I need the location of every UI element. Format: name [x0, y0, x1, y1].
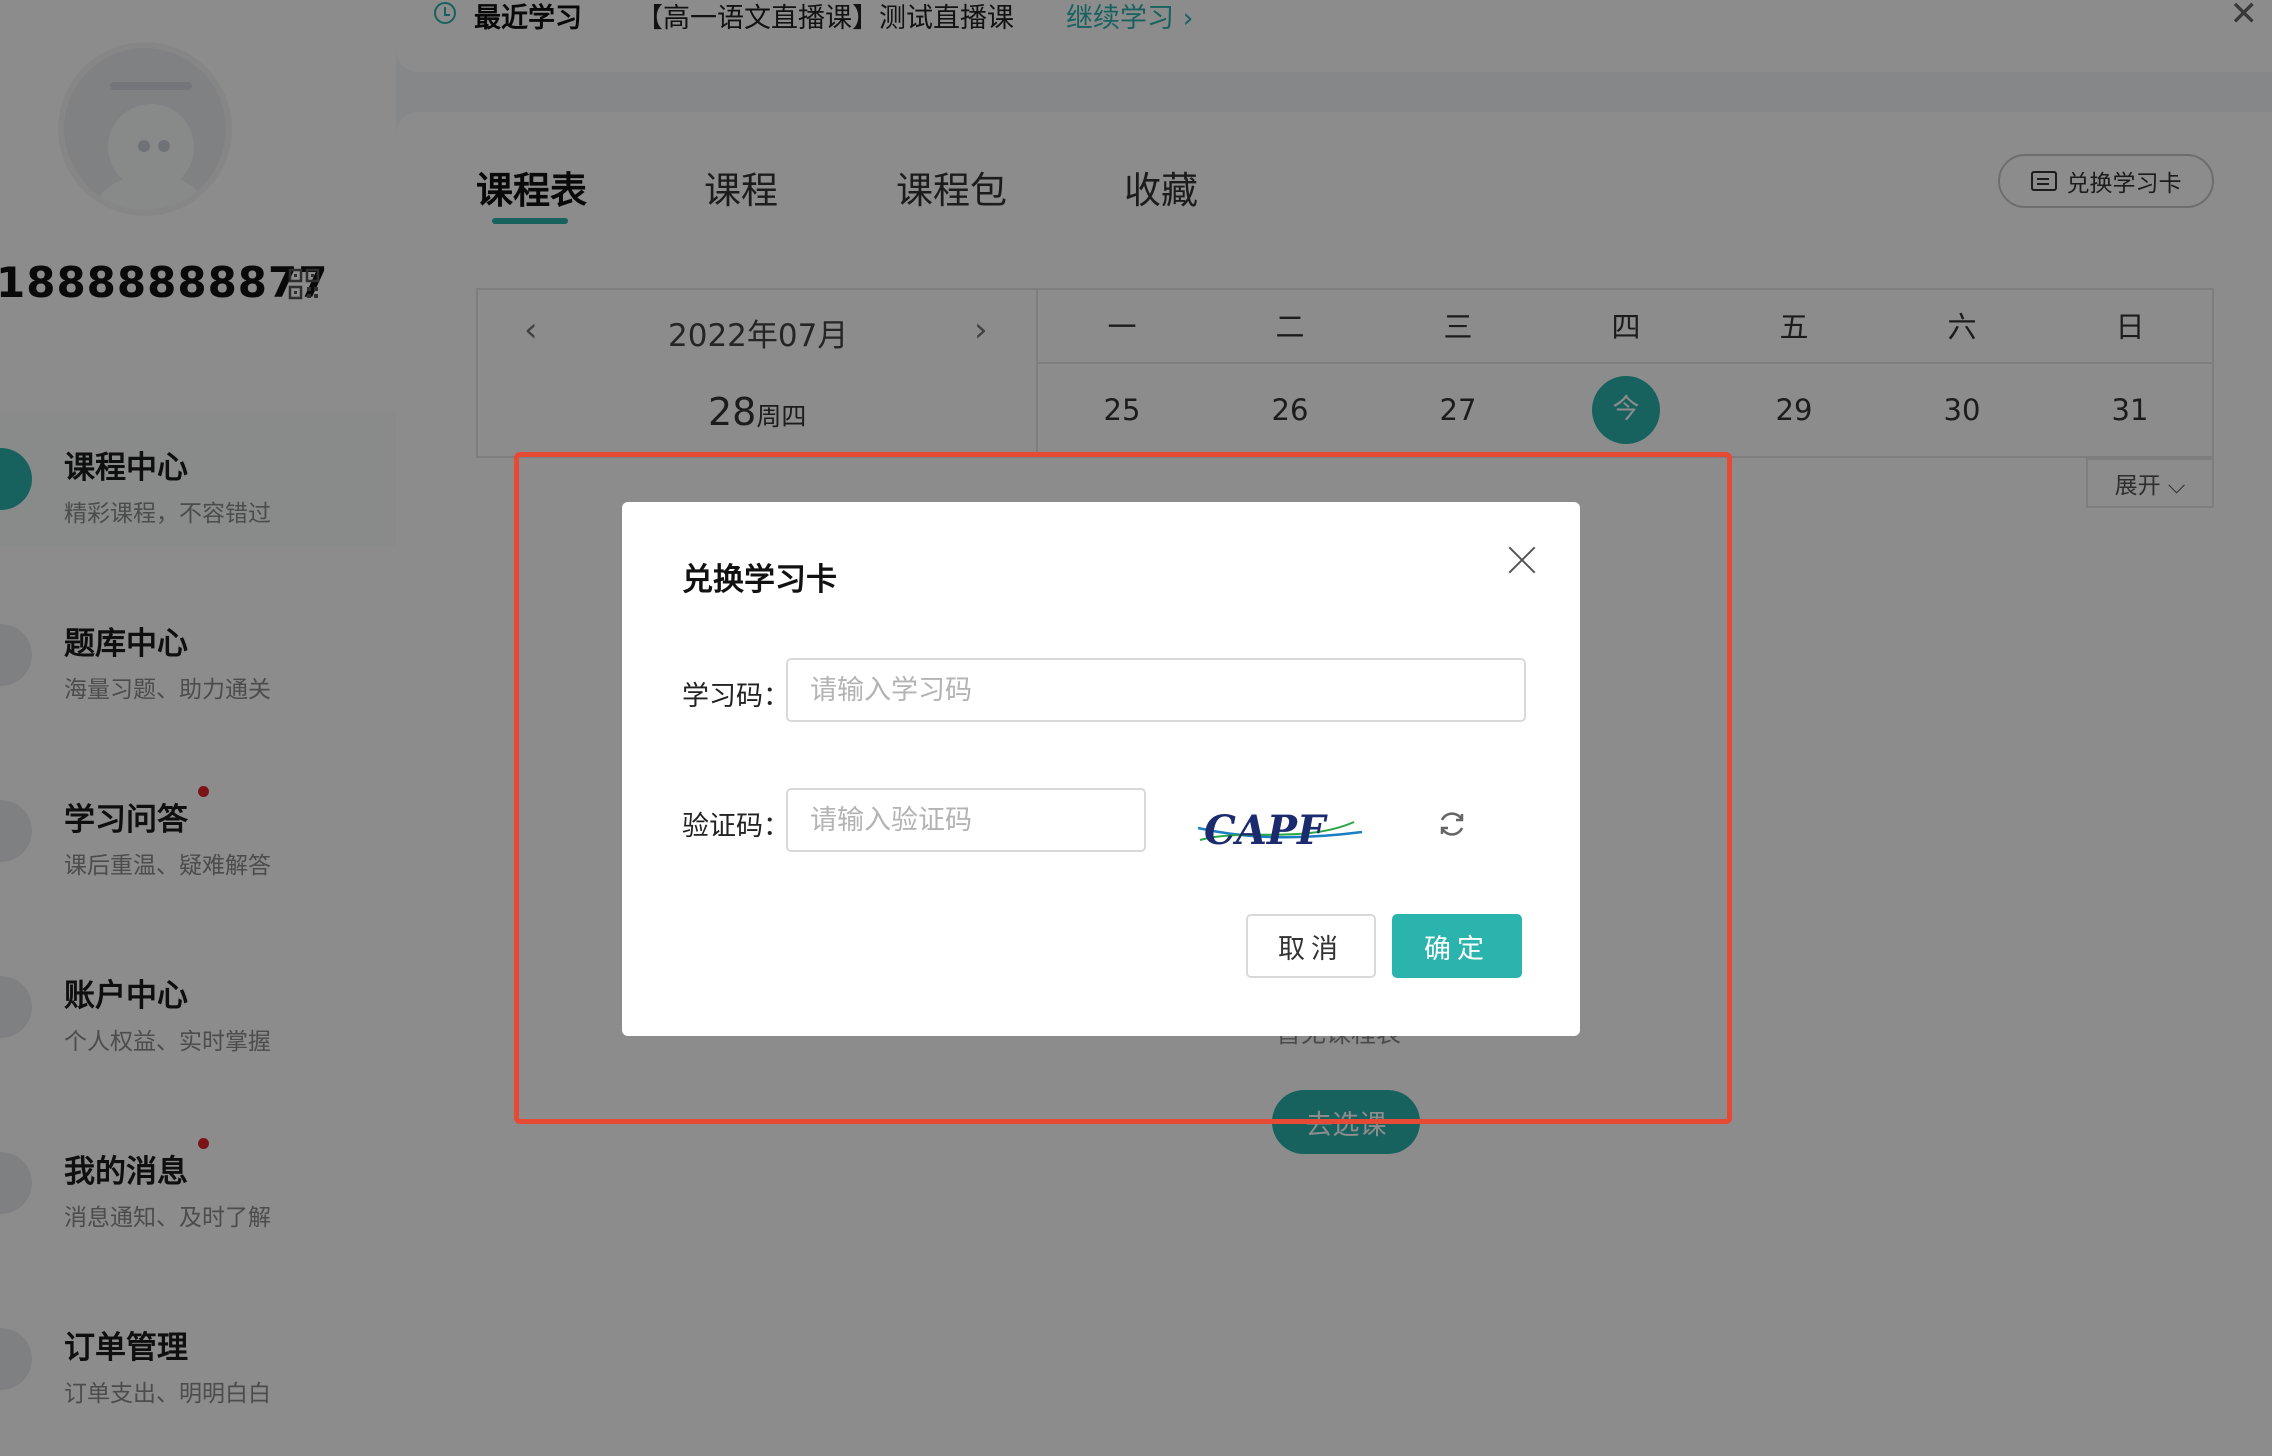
cancel-button[interactable]: 取消	[1246, 914, 1376, 978]
close-icon[interactable]	[1502, 540, 1542, 580]
study-code-input[interactable]	[786, 658, 1526, 722]
refresh-icon[interactable]	[1436, 808, 1468, 840]
verify-code-label: 验证码：	[682, 811, 790, 842]
study-code-label: 学习码：	[682, 681, 790, 712]
captcha-text: CAPF	[1204, 807, 1328, 854]
redeem-card-dialog: 兑换学习卡 学习码： 验证码： CAPF 取消 确定	[622, 502, 1580, 1036]
verify-code-input[interactable]	[786, 788, 1146, 852]
confirm-button[interactable]: 确定	[1392, 914, 1522, 978]
dialog-title: 兑换学习卡	[682, 562, 837, 598]
captcha-image[interactable]: CAPF	[1194, 792, 1366, 862]
